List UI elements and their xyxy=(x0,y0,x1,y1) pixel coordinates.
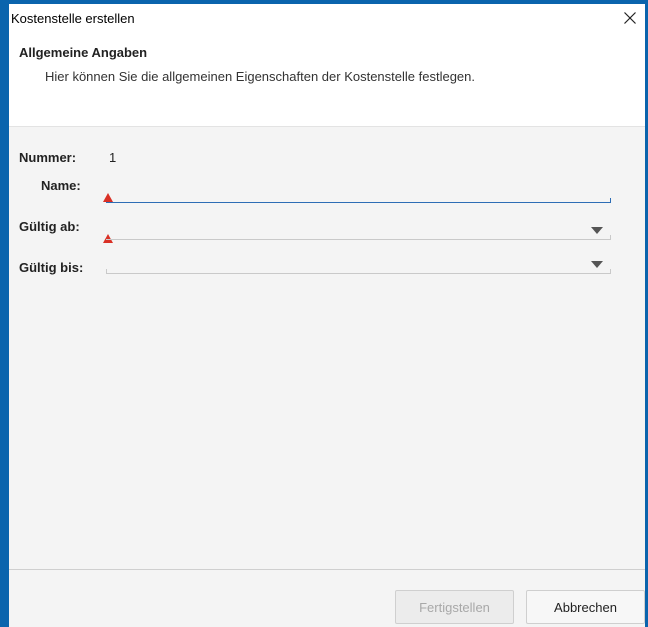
gueltig-bis-label: Gültig bis: xyxy=(19,260,84,275)
name-input[interactable] xyxy=(106,187,611,203)
dropdown-arrow-icon[interactable] xyxy=(591,227,603,234)
name-label: Name: xyxy=(41,178,81,193)
form-area: Nummer: 1 Name: Gültig ab: Gültig bis: xyxy=(9,127,645,569)
dropdown-arrow-icon[interactable] xyxy=(591,261,603,268)
nummer-label: Nummer: xyxy=(19,150,77,165)
wizard-header: Allgemeine Angaben Hier können Sie die a… xyxy=(9,34,645,127)
button-bar: Fertigstellen Abbrechen xyxy=(9,569,645,627)
cancel-button[interactable]: Abbrechen xyxy=(526,590,645,624)
gueltig-bis-select[interactable] xyxy=(106,258,611,274)
section-description: Hier können Sie die allgemeinen Eigensch… xyxy=(45,69,475,84)
finish-button[interactable]: Fertigstellen xyxy=(395,590,514,624)
title-bar: Kostenstelle erstellen xyxy=(9,4,645,34)
gueltig-ab-label: Gültig ab: xyxy=(19,219,80,234)
dialog-window: Kostenstelle erstellen Allgemeine Angabe… xyxy=(0,0,648,627)
close-icon xyxy=(624,12,636,24)
nummer-value: 1 xyxy=(109,150,117,165)
close-button[interactable] xyxy=(619,7,641,29)
section-title: Allgemeine Angaben xyxy=(19,45,148,60)
gueltig-ab-select[interactable] xyxy=(106,224,611,240)
window-title: Kostenstelle erstellen xyxy=(11,11,135,26)
